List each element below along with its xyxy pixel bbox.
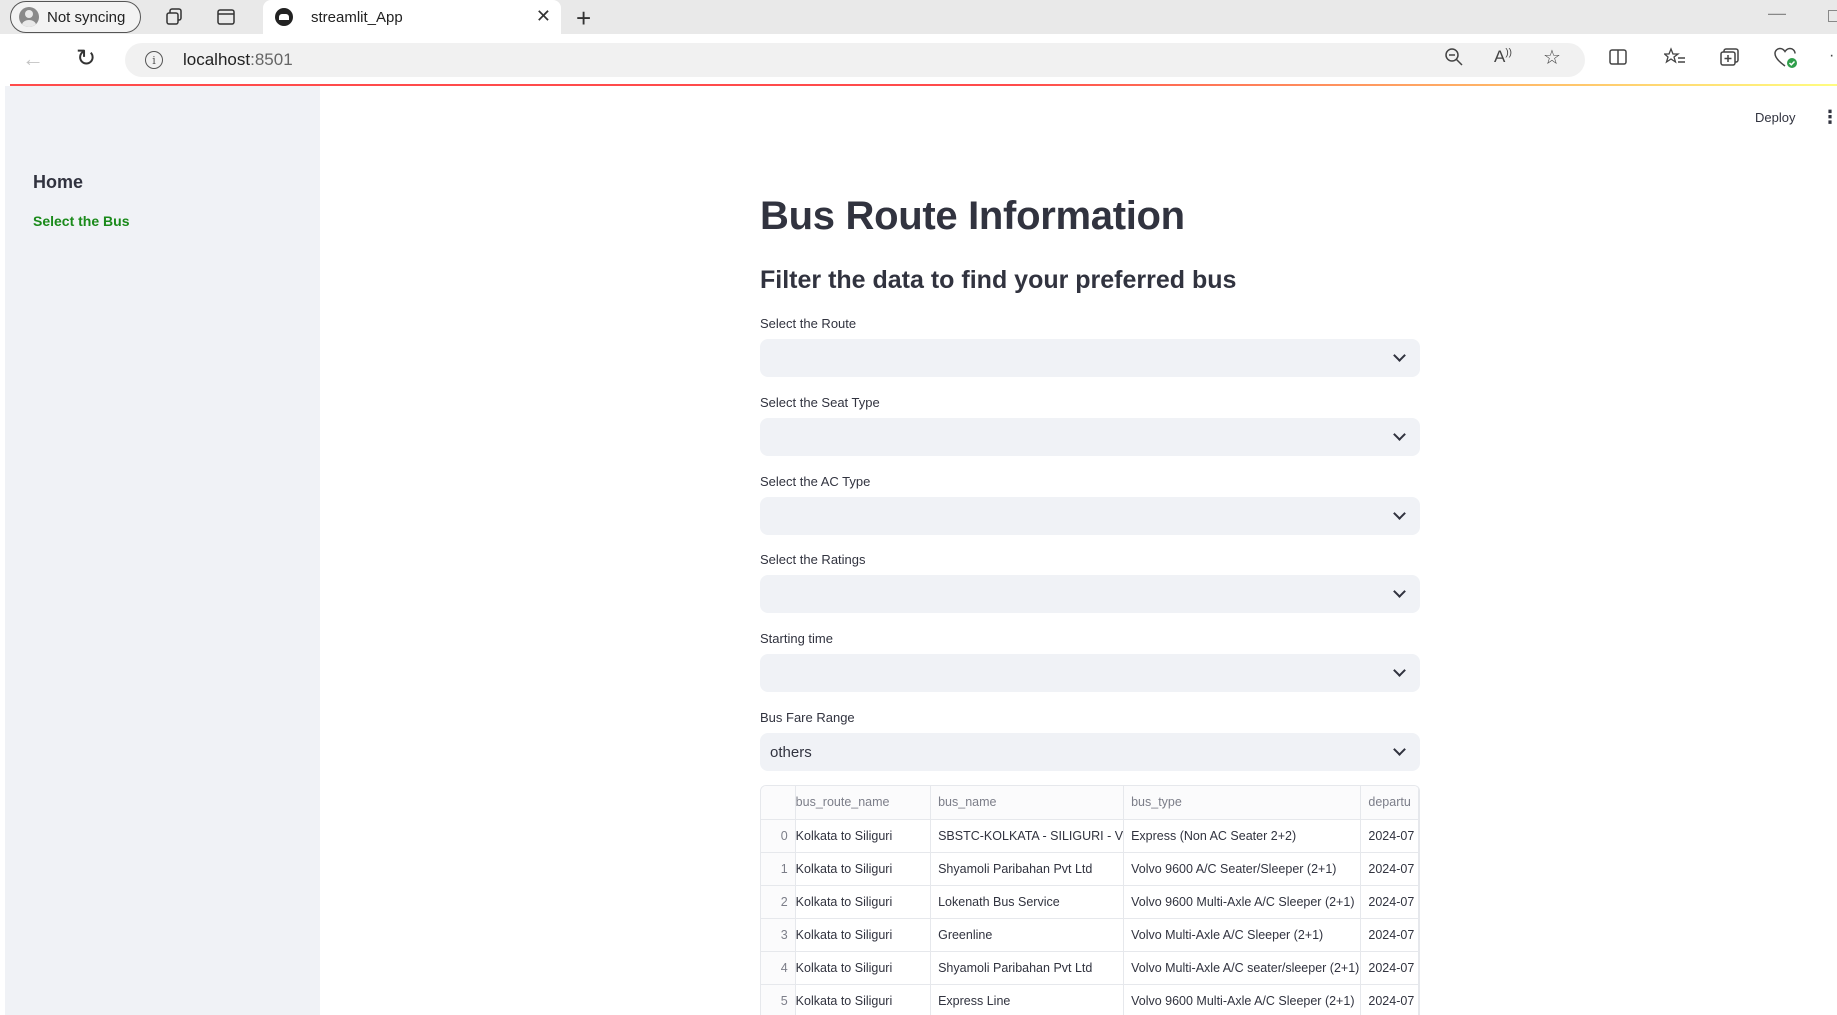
zoom-out-icon[interactable]	[1444, 47, 1464, 72]
window-maximize-icon[interactable]	[1828, 10, 1837, 22]
table-cell[interactable]: Express Line	[930, 984, 1125, 1015]
table-cell[interactable]: Lokenath Bus Service	[930, 885, 1125, 919]
reload-icon[interactable]: ↻	[76, 44, 96, 73]
table-row[interactable]: 2 Kolkata to Siliguri Lokenath Bus Servi…	[761, 885, 1419, 919]
back-arrow-icon[interactable]: ←	[22, 46, 44, 72]
page-subtitle: Filter the data to find your preferred b…	[760, 266, 1237, 294]
window-minimize-icon[interactable]: —	[1768, 3, 1786, 24]
table-cell[interactable]: 2024-07	[1360, 852, 1419, 886]
profile-button[interactable]: Not syncing	[10, 1, 141, 33]
profile-avatar-icon	[19, 7, 39, 27]
table-cell[interactable]: Volvo 9600 Multi-Axle A/C Sleeper (2+1)	[1123, 984, 1362, 1015]
sidebar-item-select-the-bus[interactable]: Select the Bus	[33, 213, 129, 229]
profile-label: Not syncing	[47, 8, 126, 26]
table-cell[interactable]: Kolkata to Siliguri	[795, 918, 932, 952]
chevron-down-icon	[1393, 507, 1406, 520]
table-cell[interactable]: Greenline	[930, 918, 1125, 952]
seat-type-select[interactable]	[760, 418, 1420, 456]
url-field[interactable]: i localhost:8501	[125, 43, 1585, 77]
chevron-down-icon	[1393, 743, 1406, 756]
browser-tab-bar: Not syncing streamlit_App ✕ + —	[0, 0, 1837, 34]
favorite-star-icon[interactable]: ☆	[1543, 45, 1561, 70]
starting-time-select-label: Starting time	[760, 631, 833, 646]
streamlit-app: Home Select the Bus Deploy ⋮ Bus Route I…	[0, 86, 1837, 1015]
table-cell[interactable]: Kolkata to Siliguri	[795, 819, 932, 853]
table-cell[interactable]: 2024-07	[1360, 951, 1419, 985]
main-menu-icon[interactable]: ⋮	[1821, 107, 1837, 128]
ac-type-select-label: Select the AC Type	[760, 474, 871, 489]
page-title: Bus Route Information	[760, 194, 1185, 238]
fare-range-select-label: Bus Fare Range	[760, 710, 855, 725]
table-row[interactable]: 0 Kolkata to Siliguri SBSTC-KOLKATA - SI…	[761, 819, 1419, 853]
starting-time-select[interactable]	[760, 654, 1420, 692]
table-cell[interactable]: Kolkata to Siliguri	[795, 885, 932, 919]
table-cell[interactable]: Volvo Multi-Axle A/C Sleeper (2+1)	[1123, 918, 1362, 952]
chevron-down-icon	[1393, 664, 1406, 677]
table-cell[interactable]: Kolkata to Siliguri	[795, 852, 932, 886]
table-cell[interactable]: Kolkata to Siliguri	[795, 984, 932, 1015]
table-cell[interactable]: 2024-07	[1360, 984, 1419, 1015]
table-cell[interactable]: Volvo Multi-Axle A/C seater/sleeper (2+1…	[1123, 951, 1362, 985]
chevron-down-icon	[1393, 585, 1406, 598]
deploy-button[interactable]: Deploy	[1755, 110, 1795, 125]
ratings-select-label: Select the Ratings	[760, 552, 866, 567]
row-index: 2	[761, 885, 796, 919]
tab-title: streamlit_App	[311, 8, 403, 26]
column-header-departure[interactable]: departu	[1360, 786, 1419, 820]
chevron-down-icon	[1393, 428, 1406, 441]
table-header-row: bus_route_name bus_name bus_type departu	[761, 786, 1419, 820]
sidebar: Home Select the Bus	[5, 86, 320, 1015]
tab-streamlit-app[interactable]: streamlit_App ✕	[263, 0, 561, 34]
table-cell[interactable]: SBSTC-KOLKATA - SILIGURI - V	[930, 819, 1125, 853]
table-cell[interactable]: Express (Non AC Seater 2+2)	[1123, 819, 1362, 853]
row-index: 0	[761, 819, 796, 853]
collections-icon[interactable]	[1719, 47, 1741, 72]
url-text: localhost:8501	[183, 50, 293, 69]
seat-type-select-label: Select the Seat Type	[760, 395, 880, 410]
chevron-down-icon	[1393, 349, 1406, 362]
new-tab-icon[interactable]: +	[576, 3, 591, 34]
row-index: 5	[761, 984, 796, 1015]
table-cell[interactable]: Volvo 9600 Multi-Axle A/C Sleeper (2+1)	[1123, 885, 1362, 919]
fare-range-select-value: others	[770, 743, 812, 761]
column-header-bus-name[interactable]: bus_name	[930, 786, 1125, 820]
table-cell[interactable]: 2024-07	[1360, 885, 1419, 919]
more-options-icon[interactable]: ·	[1829, 47, 1834, 65]
route-select-label: Select the Route	[760, 316, 857, 331]
column-header-bus-type[interactable]: bus_type	[1123, 786, 1362, 820]
favorites-list-icon[interactable]	[1662, 47, 1686, 72]
table-cell[interactable]: Shyamoli Paribahan Pvt Ltd	[930, 852, 1125, 886]
table-cell[interactable]: 2024-07	[1360, 819, 1419, 853]
read-aloud-icon[interactable]: A))	[1494, 47, 1512, 67]
ac-type-select[interactable]	[760, 497, 1420, 535]
table-index-header[interactable]	[761, 786, 796, 820]
bus-data-table[interactable]: bus_route_name bus_name bus_type departu…	[760, 785, 1420, 1015]
split-screen-icon[interactable]	[1608, 47, 1628, 72]
row-index: 3	[761, 918, 796, 952]
row-index: 4	[761, 951, 796, 985]
table-cell[interactable]: 2024-07	[1360, 918, 1419, 952]
column-header-bus-route-name[interactable]: bus_route_name	[795, 786, 932, 820]
streamlit-favicon-icon	[275, 8, 293, 26]
tab-close-icon[interactable]: ✕	[536, 6, 551, 27]
ratings-select[interactable]	[760, 575, 1420, 613]
table-row[interactable]: 3 Kolkata to Siliguri Greenline Volvo Mu…	[761, 918, 1419, 952]
fare-range-select[interactable]: others	[760, 733, 1420, 771]
browser-essentials-icon[interactable]	[1774, 47, 1798, 74]
table-row[interactable]: 4 Kolkata to Siliguri Shyamoli Paribahan…	[761, 951, 1419, 985]
table-row[interactable]: 5 Kolkata to Siliguri Express Line Volvo…	[761, 984, 1419, 1015]
browser-address-bar: ← ↻ i localhost:8501 A)) ☆ ·	[0, 34, 1837, 86]
table-row[interactable]: 1 Kolkata to Siliguri Shyamoli Paribahan…	[761, 852, 1419, 886]
workspaces-icon[interactable]	[160, 3, 188, 31]
row-index: 1	[761, 852, 796, 886]
site-info-icon[interactable]: i	[145, 51, 163, 69]
route-select[interactable]	[760, 339, 1420, 377]
sidebar-item-home[interactable]: Home	[33, 172, 83, 193]
table-cell[interactable]: Volvo 9600 A/C Seater/Sleeper (2+1)	[1123, 852, 1362, 886]
vertical-tabs-icon[interactable]	[212, 3, 240, 31]
table-cell[interactable]: Shyamoli Paribahan Pvt Ltd	[930, 951, 1125, 985]
table-cell[interactable]: Kolkata to Siliguri	[795, 951, 932, 985]
main-content: Bus Route Information Filter the data to…	[760, 86, 1420, 1015]
